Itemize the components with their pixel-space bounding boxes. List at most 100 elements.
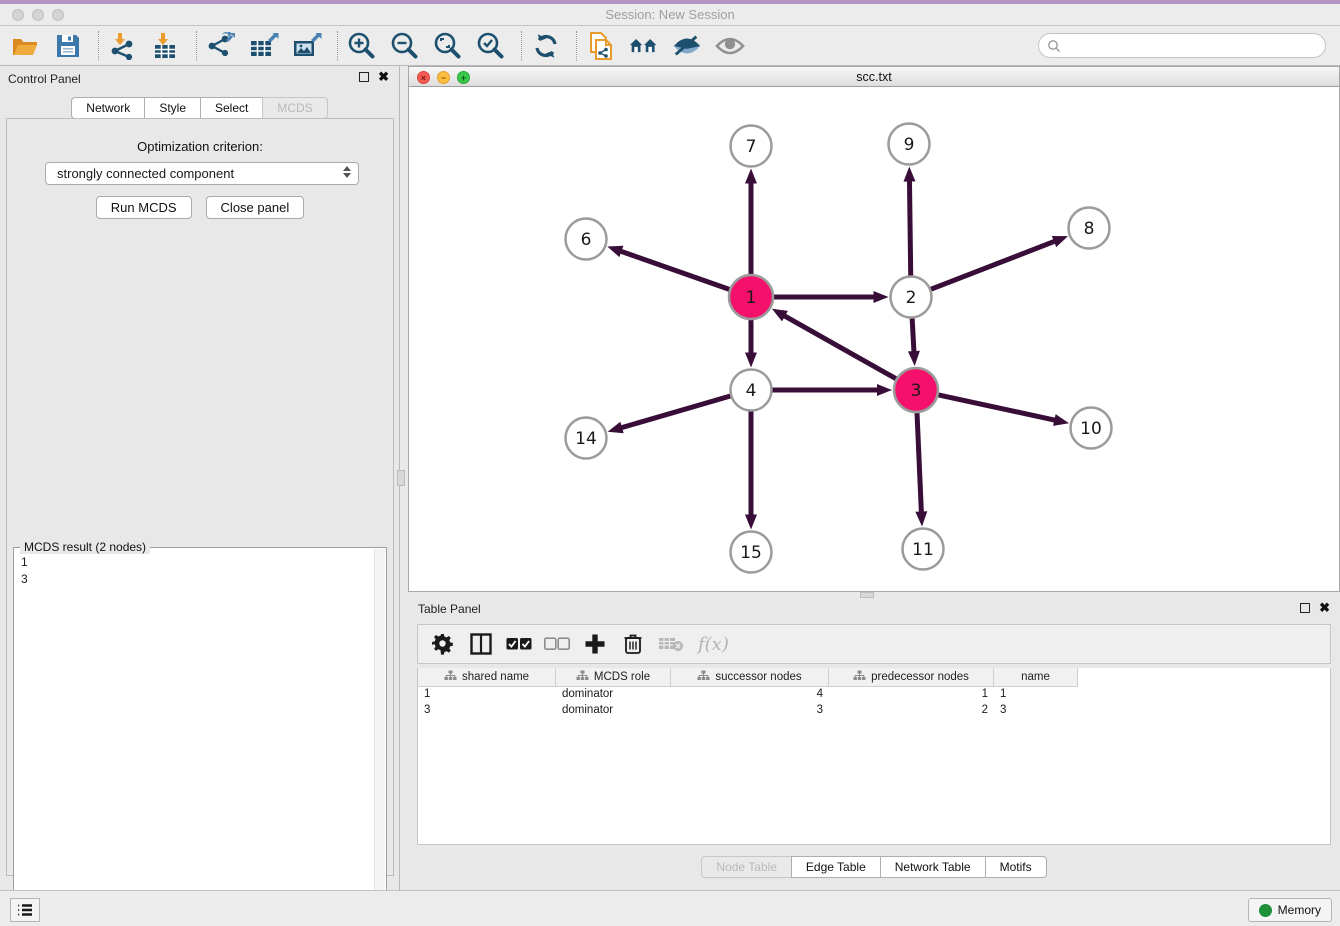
table-cell[interactable]: 3 <box>418 703 556 719</box>
export-network-icon[interactable] <box>206 31 236 61</box>
graph-edge-1-6[interactable] <box>619 250 730 289</box>
table-cell[interactable]: 1 <box>418 687 556 703</box>
tab-edge-table[interactable]: Edge Table <box>791 856 880 878</box>
zoom-fit-icon[interactable] <box>433 31 463 61</box>
graph-node-label: 4 <box>746 381 757 401</box>
tab-network-table[interactable]: Network Table <box>880 856 985 878</box>
edge-arrowhead <box>915 511 927 526</box>
add-column-icon[interactable] <box>580 629 610 659</box>
tab-style[interactable]: Style <box>144 97 200 119</box>
zoom-out-icon[interactable] <box>390 31 420 61</box>
graph-edge-3-11[interactable] <box>917 413 921 515</box>
graph-node-label: 7 <box>746 137 757 157</box>
float-panel-icon[interactable] <box>359 72 369 82</box>
tab-mcds[interactable]: MCDS <box>262 97 327 119</box>
table-row[interactable]: 1dominator411 <box>418 687 1330 703</box>
zoom-in-icon[interactable] <box>347 31 377 61</box>
network-canvas[interactable]: 7968124314101511 <box>408 87 1340 592</box>
float-table-panel-icon[interactable] <box>1300 603 1310 613</box>
edge-arrowhead <box>745 515 757 530</box>
table-cell[interactable]: dominator <box>556 703 671 719</box>
column-header-label: shared name <box>462 671 529 683</box>
close-panel-icon[interactable]: ✖ <box>378 72 389 82</box>
search-field[interactable] <box>1038 33 1326 58</box>
graph-edge-2-8[interactable] <box>931 240 1057 289</box>
network-window-titlebar[interactable]: × − + scc.txt <box>408 66 1340 87</box>
memory-button[interactable]: Memory <box>1248 898 1332 922</box>
column-layout-icon[interactable] <box>466 629 496 659</box>
export-table-icon[interactable] <box>249 31 279 61</box>
column-header[interactable]: MCDS role <box>556 668 671 687</box>
graph-edge-2-3[interactable] <box>912 318 914 354</box>
hide-details-icon[interactable] <box>672 31 702 61</box>
window-titlebar: Session: New Session <box>0 0 1340 26</box>
table-row[interactable]: 3dominator323 <box>418 703 1330 719</box>
edge-arrowhead <box>903 166 915 181</box>
mcds-result-box: MCDS result (2 nodes) 1 3 <box>13 547 387 919</box>
graph-node-label: 8 <box>1084 219 1095 239</box>
graph-node-label: 3 <box>911 381 922 401</box>
zoom-selected-icon[interactable] <box>476 31 506 61</box>
run-mcds-button[interactable]: Run MCDS <box>96 196 192 219</box>
tree-icon <box>697 670 710 684</box>
network-graph[interactable]: 7968124314101511 <box>409 87 1339 590</box>
open-session-icon[interactable] <box>10 31 40 61</box>
import-table-icon[interactable] <box>151 31 181 61</box>
network-overview-icon[interactable] <box>629 31 659 61</box>
tab-node-table[interactable]: Node Table <box>701 856 791 878</box>
column-header-label: successor nodes <box>715 671 801 683</box>
edge-arrowhead <box>874 291 889 303</box>
tab-select[interactable]: Select <box>200 97 262 119</box>
table-cell[interactable]: 3 <box>671 703 829 719</box>
tree-icon <box>576 670 589 684</box>
column-header[interactable]: name <box>994 668 1078 687</box>
function-builder-icon[interactable]: f(x) <box>698 634 729 655</box>
table-cell[interactable]: 3 <box>994 703 1078 719</box>
mcds-result-list[interactable]: 1 3 <box>15 554 374 917</box>
show-details-icon[interactable] <box>715 31 745 61</box>
table-cell[interactable]: 2 <box>829 703 994 719</box>
search-input[interactable] <box>1066 39 1306 53</box>
table-cell[interactable]: dominator <box>556 687 671 703</box>
select-all-checked-icon[interactable] <box>504 629 534 659</box>
delete-column-icon[interactable] <box>618 629 648 659</box>
edge-arrowhead <box>745 353 757 368</box>
close-table-panel-icon[interactable]: ✖ <box>1319 603 1330 613</box>
graph-node-label: 15 <box>740 543 762 563</box>
close-panel-button[interactable]: Close panel <box>206 196 305 219</box>
export-image-icon[interactable] <box>292 31 322 61</box>
node-table[interactable]: shared name MCDS role successor nodes prede… <box>417 668 1331 845</box>
edge-arrowhead <box>772 309 788 322</box>
refresh-view-icon[interactable] <box>531 31 561 61</box>
deselect-all-icon[interactable] <box>542 629 572 659</box>
task-history-button[interactable] <box>10 898 40 922</box>
status-bar: Memory <box>0 890 1340 926</box>
table-cell[interactable]: 4 <box>671 687 829 703</box>
criterion-select[interactable]: strongly connected component <box>45 162 359 185</box>
column-header[interactable]: shared name <box>418 668 556 687</box>
table-panel-title: Table Panel <box>418 602 481 616</box>
table-cell[interactable]: 1 <box>994 687 1078 703</box>
tab-network[interactable]: Network <box>71 97 144 119</box>
result-scrollbar[interactable] <box>374 549 385 917</box>
save-session-icon[interactable] <box>53 31 83 61</box>
tab-motifs[interactable]: Motifs <box>985 856 1047 878</box>
vertical-splitter-handle[interactable] <box>397 470 405 486</box>
import-network-icon[interactable] <box>108 31 138 61</box>
graph-node-label: 10 <box>1080 419 1102 439</box>
control-panel-tabs: Network Style Select MCDS <box>0 97 399 119</box>
table-cell[interactable]: 1 <box>829 687 994 703</box>
graph-edge-3-10[interactable] <box>938 395 1057 421</box>
graph-node-label: 11 <box>912 540 934 560</box>
column-header[interactable]: successor nodes <box>671 668 829 687</box>
graph-edge-4-14[interactable] <box>619 396 730 428</box>
settings-gear-icon[interactable] <box>428 629 458 659</box>
column-header[interactable]: predecessor nodes <box>829 668 994 687</box>
column-header-label: predecessor nodes <box>871 671 969 683</box>
graph-edge-2-9[interactable] <box>909 178 910 275</box>
clone-network-icon[interactable] <box>586 31 616 61</box>
delete-table-icon[interactable] <box>656 629 686 659</box>
toolbar-separator <box>337 31 338 61</box>
main-toolbar <box>0 26 1340 66</box>
graph-edge-3-1[interactable] <box>782 315 896 379</box>
